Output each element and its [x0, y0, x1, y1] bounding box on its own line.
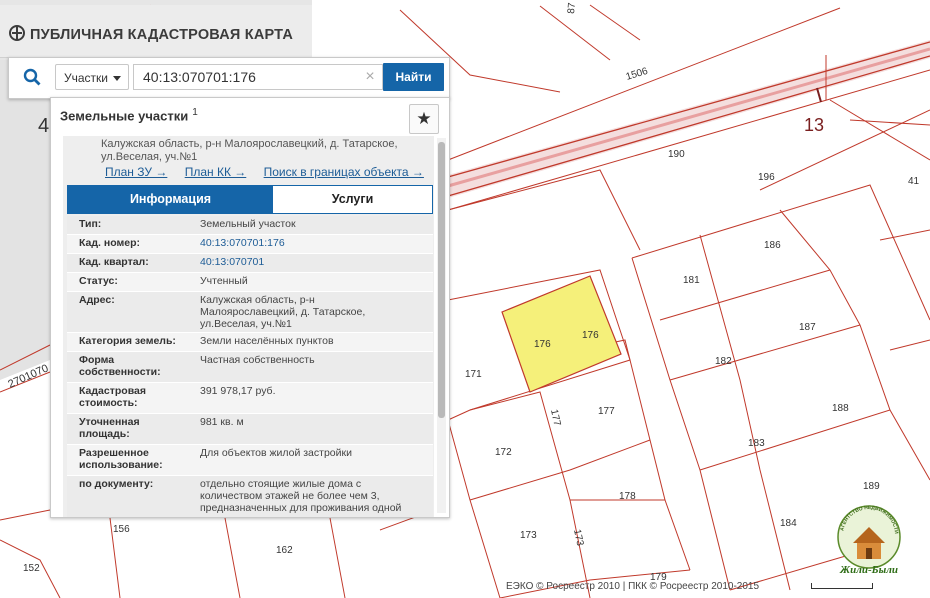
link-plan-zu[interactable]: План ЗУ → [105, 165, 167, 179]
attribute-row-cost: Кадастровая стоимость: 391 978,17 руб. [67, 383, 433, 414]
parcel-label: 178 [619, 491, 636, 502]
parcel-label: 176 [582, 330, 599, 341]
attribute-row-type: Тип: Земельный участок [67, 216, 433, 235]
attribute-row-permitted-use: Разрешенное использование: Для объектов … [67, 445, 433, 476]
panel-title: Земельные участки 1 [60, 107, 198, 123]
info-tabs: Информация Услуги [67, 185, 433, 214]
parcel-label: 171 [465, 369, 482, 380]
parcel-label: 186 [764, 240, 781, 251]
attribute-label: Категория земель: [79, 335, 176, 347]
attribute-label: Кад. квартал: [79, 256, 149, 268]
attribute-value: Калужская область, р-н Малоярославецкий,… [200, 294, 366, 330]
search-type-select[interactable]: Участки [55, 64, 129, 90]
link-search-in-bounds[interactable]: Поиск в границах объекта → [264, 165, 424, 179]
attribute-label: Уточненная площадь: [79, 416, 140, 440]
app-header: ПУБЛИЧНАЯ КАДАСТРОВАЯ КАРТА [0, 5, 312, 58]
parcel-label: 152 [23, 563, 40, 574]
favorite-star-button[interactable]: ★ [409, 104, 439, 134]
attribute-value: Учтенный [200, 275, 248, 287]
search-bar: Участки 40:13:070701:176 × Найти [8, 57, 450, 99]
map-attribution: ЕЭКО © Росреестр 2010 | ПКК © Росреестр … [506, 581, 760, 592]
attribute-value: Частная собственность [200, 354, 315, 366]
parcel-label: 189 [863, 481, 880, 492]
parcel-label: 196 [758, 172, 775, 183]
parcel-label: 184 [780, 518, 797, 529]
result-count: 1 [192, 107, 198, 118]
logo-bottom-text: Жили-Были [839, 564, 898, 576]
attribute-value: Земли населённых пунктов [200, 335, 334, 347]
address-header: Калужская область, р-н Малоярославецкий,… [101, 138, 398, 163]
cad-quarter-link[interactable]: 40:13:070701 [200, 256, 425, 268]
logo-icon [9, 25, 25, 41]
search-type-value: Участки [64, 71, 108, 85]
clear-icon[interactable]: × [361, 64, 379, 90]
attribute-value: 981 кв. м [200, 416, 244, 428]
tab-information[interactable]: Информация [68, 186, 273, 213]
attributes-table: Тип: Земельный участок Кад. номер: 40:13… [67, 216, 433, 517]
parcel-label: 182 [715, 356, 732, 367]
attribute-value: Для объектов жилой застройки [200, 447, 352, 459]
result-panel: Земельные участки 1 ★ Калужская область, … [50, 97, 450, 518]
attribute-label: по документу: [79, 478, 154, 490]
panel-title-text: Земельные участки [60, 108, 189, 124]
chevron-down-icon [113, 76, 121, 81]
attribute-label: Тип: [79, 218, 102, 230]
attribute-label: Адрес: [79, 294, 115, 306]
attribute-label: Форма собственности: [79, 354, 161, 378]
link-plan-kk[interactable]: План КК → [185, 165, 247, 179]
parcel-label: 172 [495, 447, 512, 458]
action-links: План ЗУ → План КК → Поиск в границах объ… [105, 165, 434, 179]
parcel-label: 190 [668, 149, 685, 160]
panel-content: Калужская область, р-н Малоярославецкий,… [63, 136, 434, 517]
parcel-label: 187 [799, 322, 816, 333]
parcel-label: 188 [832, 403, 849, 414]
parcel-label: 183 [748, 438, 765, 449]
search-input[interactable]: 40:13:070701:176 [133, 64, 383, 90]
panel-scrollbar-thumb[interactable] [438, 142, 445, 418]
attribute-row-cad-number: Кад. номер: 40:13:070701:176 [67, 235, 433, 254]
agency-logo: АГЕНТСТВО НЕДВИЖИМОСТИ Жили-Были [837, 505, 901, 576]
parcel-label: 4 [38, 115, 49, 137]
parcel-label: 87 [566, 2, 578, 14]
tab-services[interactable]: Услуги [273, 186, 432, 213]
parcel-label: 13 [804, 115, 824, 135]
attribute-value: Земельный участок [200, 218, 296, 230]
attribute-row-cad-quarter: Кад. квартал: 40:13:070701 [67, 254, 433, 273]
attribute-label: Кадастровая стоимость: [79, 385, 146, 409]
attribute-label: Кад. номер: [79, 237, 141, 249]
parcel-label: 162 [276, 545, 293, 556]
parcel-label: 181 [683, 275, 700, 286]
attribute-row-by-document: по документу: отдельно стоящие жилые дом… [67, 476, 433, 517]
parcel-label: 176 [534, 339, 551, 350]
attribute-row-ownership: Форма собственности: Частная собственнос… [67, 352, 433, 383]
cad-number-link[interactable]: 40:13:070701:176 [200, 237, 425, 249]
parcel-label: 41 [908, 176, 920, 187]
scale-bar [811, 583, 873, 589]
find-button[interactable]: Найти [383, 63, 444, 91]
attribute-row-area: Уточненная площадь: 981 кв. м [67, 414, 433, 445]
attribute-label: Разрешенное использование: [79, 447, 163, 471]
attribute-value: 391 978,17 руб. [200, 385, 276, 397]
attribute-row-address: Адрес: Калужская область, р-н Малояросла… [67, 292, 433, 333]
parcel-label: 173 [520, 530, 537, 541]
attribute-row-category: Категория земель: Земли населённых пункт… [67, 333, 433, 352]
parcel-label: 177 [598, 406, 615, 417]
attribute-label: Статус: [79, 275, 118, 287]
attribute-row-status: Статус: Учтенный [67, 273, 433, 292]
app-title: ПУБЛИЧНАЯ КАДАСТРОВАЯ КАРТА [30, 27, 293, 43]
attribute-value: отдельно стоящие жилые дома с количество… [200, 478, 402, 517]
parcel-label: 156 [113, 524, 130, 535]
search-icon[interactable] [23, 68, 41, 86]
